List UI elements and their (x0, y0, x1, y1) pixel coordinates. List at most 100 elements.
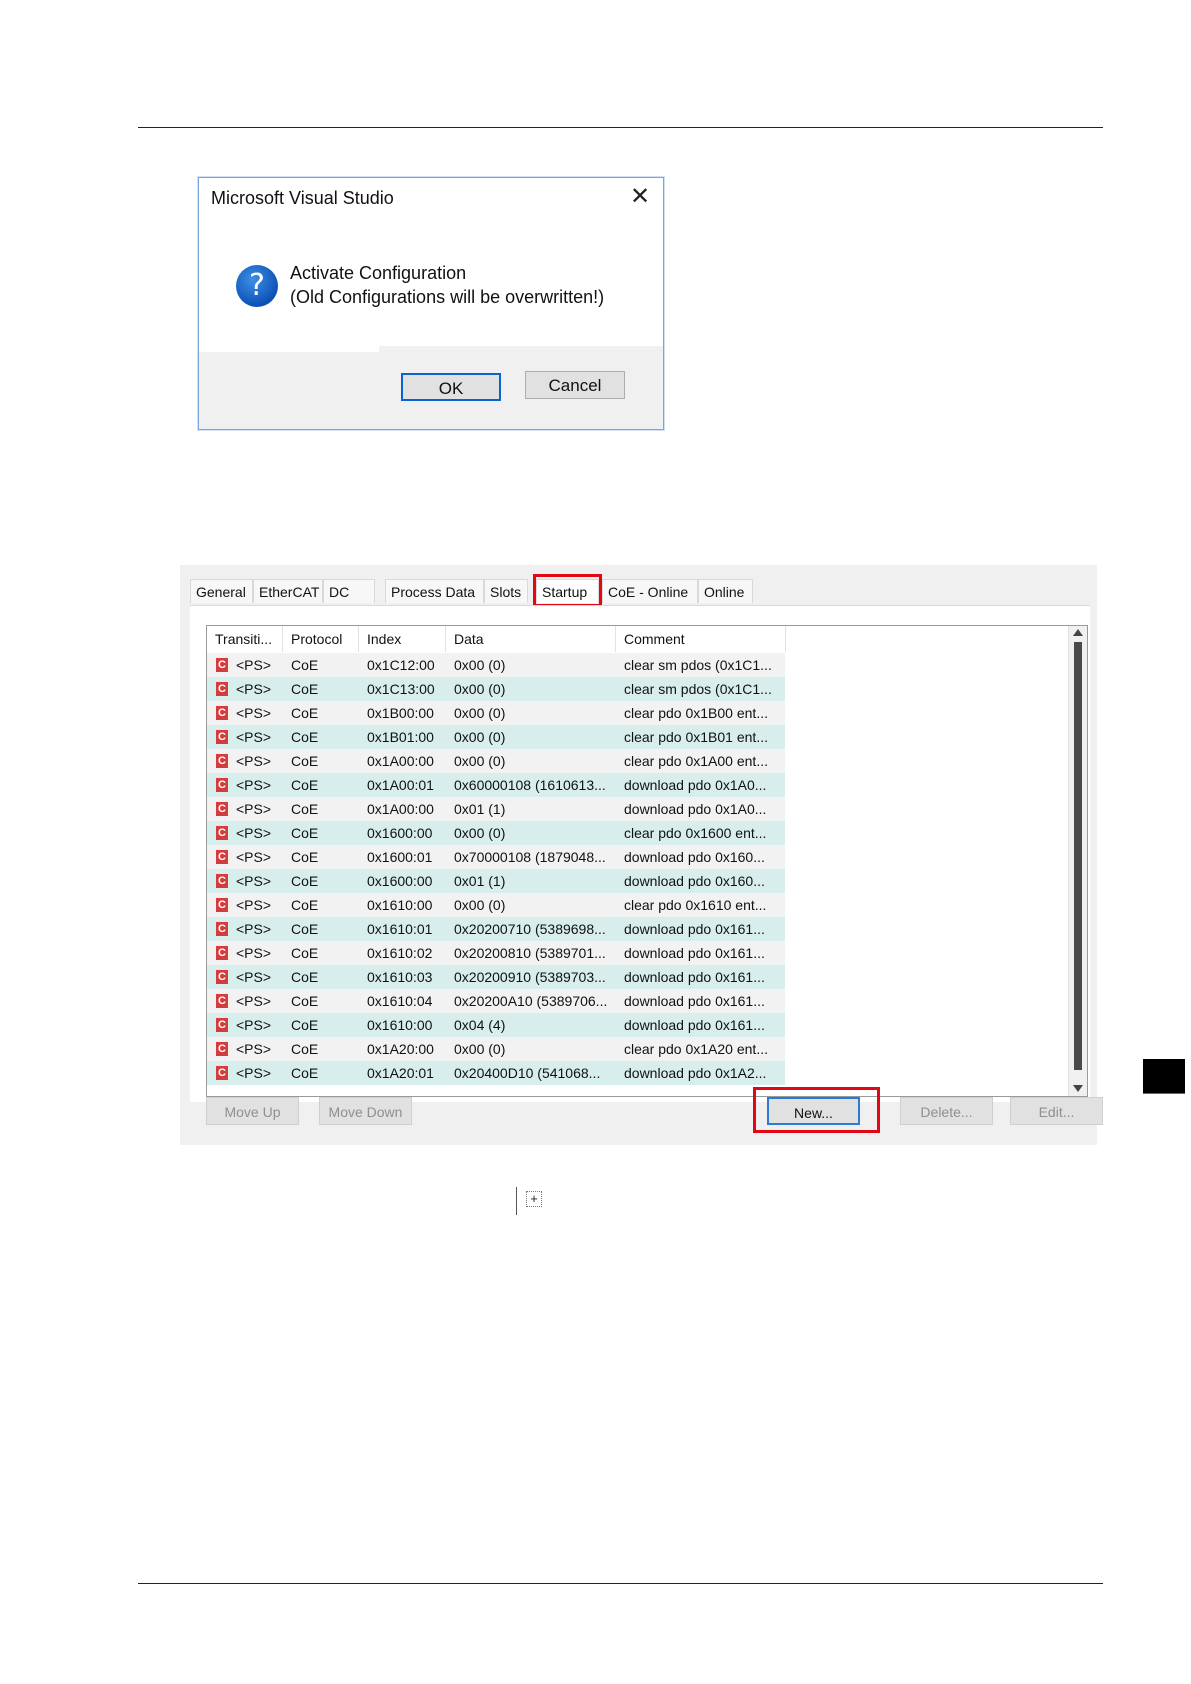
table-row[interactable]: C <PS> CoE 0x1610:02 0x20200810 (5389701... d… (207, 941, 785, 965)
cell-index: 0x1A20:01 (367, 1065, 434, 1081)
coe-command-icon: C (216, 754, 228, 768)
move-up-button[interactable]: Move Up (206, 1097, 299, 1125)
cell-comment: download pdo 0x160... (624, 849, 765, 865)
column-header-transition[interactable]: Transiti... (207, 626, 283, 652)
cell-transition: <PS> (236, 705, 272, 721)
table-row[interactable]: C <PS> CoE 0x1A00:00 0x00 (0) clear pdo 0x1A0… (207, 749, 785, 773)
tab-slots[interactable]: Slots (484, 579, 528, 603)
scroll-thumb[interactable] (1074, 642, 1082, 1070)
cell-protocol: CoE (291, 681, 319, 697)
tab-dc[interactable]: DC (323, 579, 375, 603)
column-header-comment[interactable]: Comment (616, 626, 786, 652)
table-row[interactable]: C <PS> CoE 0x1A00:01 0x60000108 (1610613... d… (207, 773, 785, 797)
coe-command-icon: C (216, 874, 228, 888)
table-row[interactable]: C <PS> CoE 0x1610:04 0x20200A10 (5389706... d… (207, 989, 785, 1013)
table-row[interactable]: C <PS> CoE 0x1600:00 0x00 (0) clear pdo 0x160… (207, 821, 785, 845)
table-row[interactable]: C <PS> CoE 0x1610:00 0x00 (0) clear pdo 0x161… (207, 893, 785, 917)
dialog-title: Microsoft Visual Studio (211, 188, 394, 208)
cell-transition: <PS> (236, 897, 272, 913)
dialog-footer-notch (199, 346, 379, 352)
table-row[interactable]: C <PS> CoE 0x1600:00 0x01 (1) download pdo 0x… (207, 869, 785, 893)
cell-comment: download pdo 0x161... (624, 993, 765, 1009)
vertical-scrollbar[interactable] (1068, 626, 1087, 1096)
coe-command-icon: C (216, 898, 228, 912)
cell-transition: <PS> (236, 1017, 272, 1033)
cell-comment: clear pdo 0x1B00 ent... (624, 705, 768, 721)
dialog-message-line1: Activate Configuration (290, 263, 467, 283)
cell-index: 0x1C12:00 (367, 657, 435, 673)
table-row[interactable]: C <PS> CoE 0x1B00:00 0x00 (0) clear pdo 0x1B0… (207, 701, 785, 725)
coe-command-icon: C (216, 946, 228, 960)
move-handle-icon[interactable]: + (526, 1191, 542, 1207)
cell-index: 0x1610:04 (367, 993, 433, 1009)
scroll-up-icon[interactable] (1073, 629, 1083, 636)
cell-data: 0x20400D10 (541068... (454, 1065, 601, 1081)
cancel-button[interactable]: Cancel (525, 371, 625, 399)
cell-comment: clear pdo 0x1600 ent... (624, 825, 767, 841)
table-row[interactable]: C <PS> CoE 0x1A20:00 0x00 (0) clear pdo 0x1A2… (207, 1037, 785, 1061)
cell-protocol: CoE (291, 1041, 319, 1057)
cell-index: 0x1B00:00 (367, 705, 434, 721)
cell-index: 0x1B01:00 (367, 729, 434, 745)
cell-comment: clear sm pdos (0x1C1... (624, 657, 772, 673)
tab-ethercat[interactable]: EtherCAT (253, 579, 323, 603)
table-row[interactable]: C <PS> CoE 0x1C13:00 0x00 (0) clear sm pdos (… (207, 677, 785, 701)
cell-protocol: CoE (291, 969, 319, 985)
cell-comment: download pdo 0x161... (624, 969, 765, 985)
cell-index: 0x1610:00 (367, 897, 433, 913)
table-row[interactable]: C <PS> CoE 0x1B01:00 0x00 (0) clear pdo 0x1B0… (207, 725, 785, 749)
tab-coe-online[interactable]: CoE - Online (602, 579, 698, 603)
cell-protocol: CoE (291, 705, 319, 721)
cell-protocol: CoE (291, 657, 319, 673)
coe-command-icon: C (216, 994, 228, 1008)
question-icon: ? (236, 265, 278, 307)
edit-button[interactable]: Edit... (1010, 1097, 1103, 1125)
cell-index: 0x1610:01 (367, 921, 433, 937)
cell-data: 0x00 (0) (454, 729, 506, 745)
cell-index: 0x1600:00 (367, 825, 433, 841)
table-row[interactable]: C <PS> CoE 0x1A00:00 0x01 (1) download pdo 0x… (207, 797, 785, 821)
tab-online[interactable]: Online (698, 579, 753, 603)
table-row[interactable]: C <PS> CoE 0x1C12:00 0x00 (0) clear sm pdos (… (207, 653, 785, 677)
cell-transition: <PS> (236, 801, 272, 817)
scroll-down-icon[interactable] (1073, 1085, 1083, 1092)
cell-data: 0x01 (1) (454, 801, 506, 817)
cell-transition: <PS> (236, 777, 272, 793)
cell-index: 0x1600:00 (367, 873, 433, 889)
activate-configuration-dialog: Microsoft Visual Studio ✕ ? Activate Con… (198, 177, 664, 430)
cell-comment: clear sm pdos (0x1C1... (624, 681, 772, 697)
coe-command-icon: C (216, 802, 228, 816)
startup-list[interactable]: Transiti... Protocol Index Data Comment … (206, 625, 1088, 1097)
column-header-protocol[interactable]: Protocol (283, 626, 359, 652)
cell-transition: <PS> (236, 849, 272, 865)
coe-command-icon: C (216, 1066, 228, 1080)
cell-transition: <PS> (236, 1065, 272, 1081)
table-row[interactable]: C <PS> CoE 0x1610:00 0x04 (4) download pdo 0x… (207, 1013, 785, 1037)
table-row[interactable]: C <PS> CoE 0x1A20:01 0x20400D10 (541068... do… (207, 1061, 785, 1085)
cell-data: 0x70000108 (1879048... (454, 849, 606, 865)
close-icon[interactable]: ✕ (627, 184, 653, 210)
column-header-data[interactable]: Data (446, 626, 616, 652)
column-header-index[interactable]: Index (359, 626, 446, 652)
table-row[interactable]: C <PS> CoE 0x1610:01 0x20200710 (5389698... d… (207, 917, 785, 941)
text-cursor (516, 1187, 517, 1215)
delete-button[interactable]: Delete... (900, 1097, 993, 1125)
table-row[interactable]: C <PS> CoE 0x1600:01 0x70000108 (1879048... d… (207, 845, 785, 869)
cell-index: 0x1A00:00 (367, 753, 434, 769)
ok-button[interactable]: OK (401, 373, 501, 401)
tab-general[interactable]: General (190, 579, 253, 603)
cell-protocol: CoE (291, 849, 319, 865)
cell-transition: <PS> (236, 1041, 272, 1057)
list-header: Transiti... Protocol Index Data Comment (207, 626, 786, 652)
cell-protocol: CoE (291, 753, 319, 769)
cell-data: 0x20200710 (5389698... (454, 921, 606, 937)
table-row[interactable]: C <PS> CoE 0x1610:03 0x20200910 (5389703... d… (207, 965, 785, 989)
cell-comment: clear pdo 0x1610 ent... (624, 897, 767, 913)
tab-process-data[interactable]: Process Data (385, 579, 484, 603)
cell-comment: clear pdo 0x1B01 ent... (624, 729, 768, 745)
move-down-button[interactable]: Move Down (319, 1097, 412, 1125)
cell-data: 0x00 (0) (454, 657, 506, 673)
cell-transition: <PS> (236, 825, 272, 841)
cell-index: 0x1A00:00 (367, 801, 434, 817)
cell-data: 0x04 (4) (454, 1017, 506, 1033)
